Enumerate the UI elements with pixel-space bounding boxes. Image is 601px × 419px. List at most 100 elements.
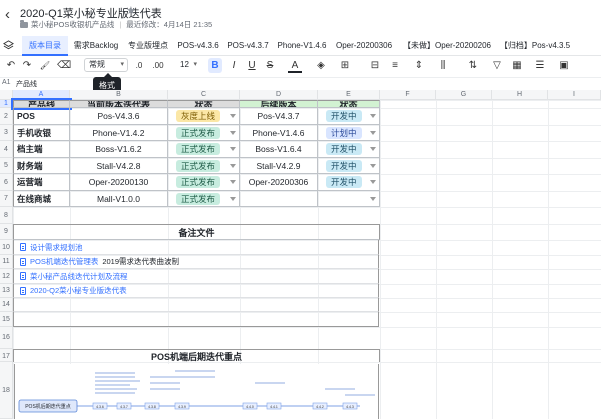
format-painter-icon[interactable]: 🖌	[39, 58, 51, 73]
table-cell[interactable]: 手机收银	[13, 125, 70, 141]
star-icon[interactable]: ★	[126, 4, 136, 17]
back-icon[interactable]: ‹	[5, 7, 10, 22]
row-header[interactable]: 14	[0, 298, 13, 312]
table-cell[interactable]: Phone-V1.4.2	[70, 125, 168, 141]
wrap-text-icon[interactable]: ☰	[533, 58, 547, 73]
row-header[interactable]: 2	[0, 108, 13, 125]
insert-image-icon[interactable]: ▣	[557, 58, 571, 73]
note-link[interactable]: 设计需求规划池	[30, 242, 83, 253]
row-header[interactable]: 10	[0, 240, 13, 255]
row-header[interactable]: 12	[0, 269, 13, 284]
table-cell[interactable]: Phone-V1.4.6	[240, 125, 318, 141]
status-cell[interactable]: 灰度上线	[168, 108, 240, 125]
table-header-cell[interactable]: 状态	[318, 100, 380, 108]
folder-name[interactable]: 菜小秘POS收银机产品线	[31, 19, 114, 30]
status-cell[interactable]: 正式发布	[168, 125, 240, 141]
dropdown-caret-icon[interactable]	[370, 163, 376, 168]
column-header[interactable]: A	[13, 90, 70, 100]
column-header[interactable]: C	[168, 90, 240, 100]
tab-backlog[interactable]: 需求Backlog	[70, 36, 122, 56]
row-header[interactable]: 8	[0, 207, 13, 224]
dropdown-caret-icon[interactable]	[370, 114, 376, 118]
table-cell[interactable]: Mall-V1.0.0	[70, 191, 168, 207]
tab-pos-435[interactable]: 【归档】Pos-v4.3.5	[497, 36, 573, 56]
border-icon[interactable]: ⊞	[338, 58, 352, 73]
column-header[interactable]: D	[240, 90, 318, 100]
dropdown-caret-icon[interactable]	[230, 163, 236, 168]
font-size-select[interactable]: 12 ▾	[175, 58, 201, 72]
fill-color-icon[interactable]: ◈	[314, 58, 328, 73]
italic-button[interactable]: I	[228, 58, 240, 73]
formula-input[interactable]: 产品线	[16, 79, 37, 89]
tab-tracking[interactable]: 专业版埋点	[124, 36, 172, 56]
note-row[interactable]: 2020-Q2菜小秘专业版迭代表	[13, 284, 379, 298]
column-header[interactable]: E	[318, 90, 380, 100]
note-link[interactable]: 菜小秘产品线迭代计划及流程	[30, 271, 128, 282]
merge-cells-icon[interactable]: ⊟	[368, 58, 382, 73]
table-cell[interactable]: Pos-V4.3.7	[240, 108, 318, 125]
dropdown-caret-icon[interactable]	[230, 147, 236, 151]
mindmap-image[interactable]: 4.3.6 4.3.7 4.3.8 4.3.9 4.4.0 4.4.1 4.4.2 4.4.3…	[14, 364, 379, 419]
column-header[interactable]: G	[436, 90, 492, 100]
dropdown-caret-icon[interactable]	[230, 196, 236, 201]
sort-icon[interactable]: ⇅	[466, 58, 480, 73]
bold-button[interactable]: B	[208, 58, 222, 73]
dropdown-caret-icon[interactable]	[230, 114, 236, 118]
table-cell[interactable]: Boss-V1.6.2	[70, 141, 168, 158]
row-header[interactable]: 11	[0, 255, 13, 269]
note-row[interactable]: 菜小秘产品线迭代计划及流程	[13, 269, 379, 284]
note-row[interactable]	[13, 298, 379, 312]
number-format-select[interactable]: 常规 ▾	[84, 58, 128, 72]
row-header[interactable]: 17	[0, 349, 13, 362]
row-header[interactable]: 9	[0, 224, 13, 240]
underline-button[interactable]: U	[246, 58, 258, 73]
row-header[interactable]: 18	[0, 362, 13, 419]
status-cell[interactable]: 正式发布	[168, 174, 240, 191]
row-header[interactable]: 13	[0, 284, 13, 298]
tab-oper-20200306[interactable]: Oper-20200306	[332, 36, 396, 56]
row-header[interactable]: 5	[0, 158, 13, 174]
table-cell[interactable]: POS	[13, 108, 70, 125]
note-row[interactable]: 设计需求规划池	[13, 240, 379, 255]
column-header[interactable]: F	[380, 90, 436, 100]
strikethrough-button[interactable]: S	[264, 58, 276, 73]
status-cell[interactable]: 开发中	[318, 108, 380, 125]
dropdown-caret-icon[interactable]	[370, 180, 376, 184]
horizontal-align-icon[interactable]: ≡	[388, 58, 402, 73]
status-cell[interactable]: 开发中	[318, 158, 380, 174]
tab-pos-437[interactable]: POS-v4.3.7	[224, 36, 272, 56]
status-cell[interactable]: 开发中	[318, 174, 380, 191]
note-row[interactable]: POS机端迭代管理表 2019需求迭代表曲波制	[13, 255, 379, 269]
vertical-align-icon[interactable]: ⇕	[412, 58, 426, 73]
note-link[interactable]: POS机端迭代管理表	[30, 256, 98, 267]
redo-icon[interactable]: ↷	[21, 58, 33, 73]
tab-version-catalog[interactable]: 版本目录	[22, 36, 68, 56]
tab-phone-146[interactable]: Phone-V1.4.6	[274, 36, 330, 56]
filter-icon[interactable]: ▽	[490, 58, 504, 73]
dropdown-caret-icon[interactable]	[230, 180, 236, 184]
dropdown-caret-icon[interactable]	[370, 196, 376, 201]
tab-pos-436[interactable]: POS-v4.3.6	[174, 36, 222, 56]
status-cell[interactable]: 开发中	[318, 141, 380, 158]
table-cell[interactable]: Pos-V4.3.6	[70, 108, 168, 125]
increase-decimal-icon[interactable]: .00	[150, 58, 166, 73]
row-header[interactable]: 3	[0, 125, 13, 141]
table-cell[interactable]: Stall-V4.2.8	[70, 158, 168, 174]
status-cell[interactable]	[318, 191, 380, 207]
status-cell[interactable]: 正式发布	[168, 141, 240, 158]
tab-oper-20200206[interactable]: 【未做】Oper-20200206	[400, 36, 494, 56]
table-header-cell[interactable]: 当前版本迭代表	[70, 100, 168, 108]
insert-column-icon[interactable]: ⫼	[436, 58, 450, 73]
sheet-grid[interactable]: A B C D E F G H I 1 2 3 4 5 6 7 8 9 10 11 12 13 14 15 16 17 18 产品线当…	[0, 90, 601, 419]
table-header-cell[interactable]: 状态	[168, 100, 240, 108]
column-header[interactable]: H	[492, 90, 548, 100]
table-cell[interactable]: Oper-20200306	[240, 174, 318, 191]
freeze-icon[interactable]: ▦	[510, 58, 524, 73]
status-cell[interactable]: 计划中	[318, 125, 380, 141]
row-header[interactable]: 4	[0, 141, 13, 158]
dropdown-caret-icon[interactable]	[370, 147, 376, 151]
table-cell[interactable]: 运营端	[13, 174, 70, 191]
row-header[interactable]: 1	[0, 100, 13, 108]
table-cell[interactable]: 档主端	[13, 141, 70, 158]
note-row[interactable]	[13, 312, 379, 327]
